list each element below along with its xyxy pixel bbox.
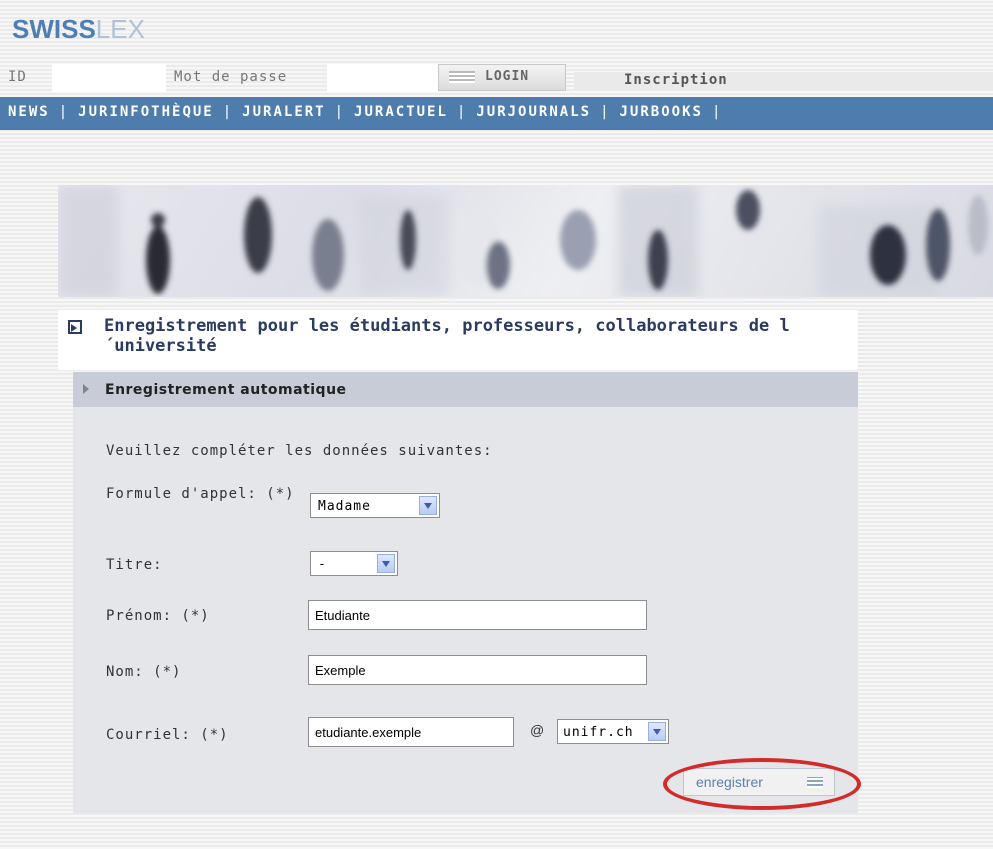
salutation-label: Formule d'appel: (*) [106, 486, 295, 502]
password-input[interactable] [327, 64, 439, 92]
triangle-right-icon [83, 384, 89, 394]
lastname-input[interactable] [308, 655, 647, 685]
nav-separator: | [222, 104, 234, 120]
nav-item-jurjournals[interactable]: JURJOURNALS [476, 104, 591, 120]
title-label: Titre: [106, 557, 163, 573]
logo-part-lex: LEX [95, 14, 145, 44]
lastname-label: Nom: (*) [106, 664, 182, 680]
nav-separator: | [58, 104, 70, 120]
firstname-input[interactable] [308, 600, 647, 630]
list-lines-icon [449, 71, 475, 83]
at-sign: @ [530, 722, 545, 738]
arrow-box-icon [68, 320, 82, 334]
highlight-circle-annotation [663, 758, 861, 810]
page-title: Enregistrement pour les étudiants, profe… [104, 316, 790, 356]
title-value: - [318, 557, 327, 572]
nav-separator: | [334, 104, 346, 120]
inscription-link[interactable]: Inscription [624, 72, 728, 88]
nav-item-jurbooks[interactable]: JURBOOKS [620, 104, 703, 120]
chevron-down-icon[interactable] [648, 722, 666, 741]
email-user-input[interactable] [308, 717, 514, 747]
section-title: Enregistrement automatique [105, 382, 347, 398]
id-input[interactable] [52, 64, 166, 92]
nav-item-juralert[interactable]: JURALERT [242, 104, 325, 120]
logo-part-swiss: SWISS [12, 14, 96, 44]
banner-image [58, 185, 993, 297]
main-navigation: NEWS | JURINFOTHÈQUE | JURALERT | JURACTUEL | JU… [0, 97, 993, 130]
nav-separator: | [456, 104, 468, 120]
chevron-down-icon[interactable] [377, 554, 395, 573]
salutation-value: Madame [318, 499, 371, 514]
password-label: Mot de passe [174, 69, 288, 85]
chevron-down-icon[interactable] [419, 496, 437, 515]
banner-people-illustration [58, 185, 988, 297]
form-intro: Veuillez compléter les données suivantes… [106, 443, 493, 459]
nav-item-news[interactable]: NEWS [8, 104, 50, 120]
firstname-label: Prénom: (*) [106, 608, 210, 624]
title-select[interactable]: - [310, 551, 398, 576]
email-domain-value: unifr.ch [563, 725, 634, 740]
login-button[interactable]: LOGIN [438, 64, 566, 91]
id-label: ID [8, 69, 27, 85]
email-label: Courriel: (*) [106, 727, 229, 743]
salutation-select[interactable]: Madame [310, 493, 440, 518]
login-button-label: LOGIN [485, 69, 530, 84]
nav-separator: | [711, 104, 723, 120]
email-domain-select[interactable]: unifr.ch [557, 719, 669, 744]
login-bar: ID Mot de passe LOGIN Inscription [0, 63, 993, 92]
swisslex-logo[interactable]: SWISSLEX [12, 14, 145, 45]
nav-item-juractuel[interactable]: JURACTUEL [354, 104, 448, 120]
nav-item-jurinfotheque[interactable]: JURINFOTHÈQUE [78, 104, 214, 120]
nav-separator: | [600, 104, 611, 120]
